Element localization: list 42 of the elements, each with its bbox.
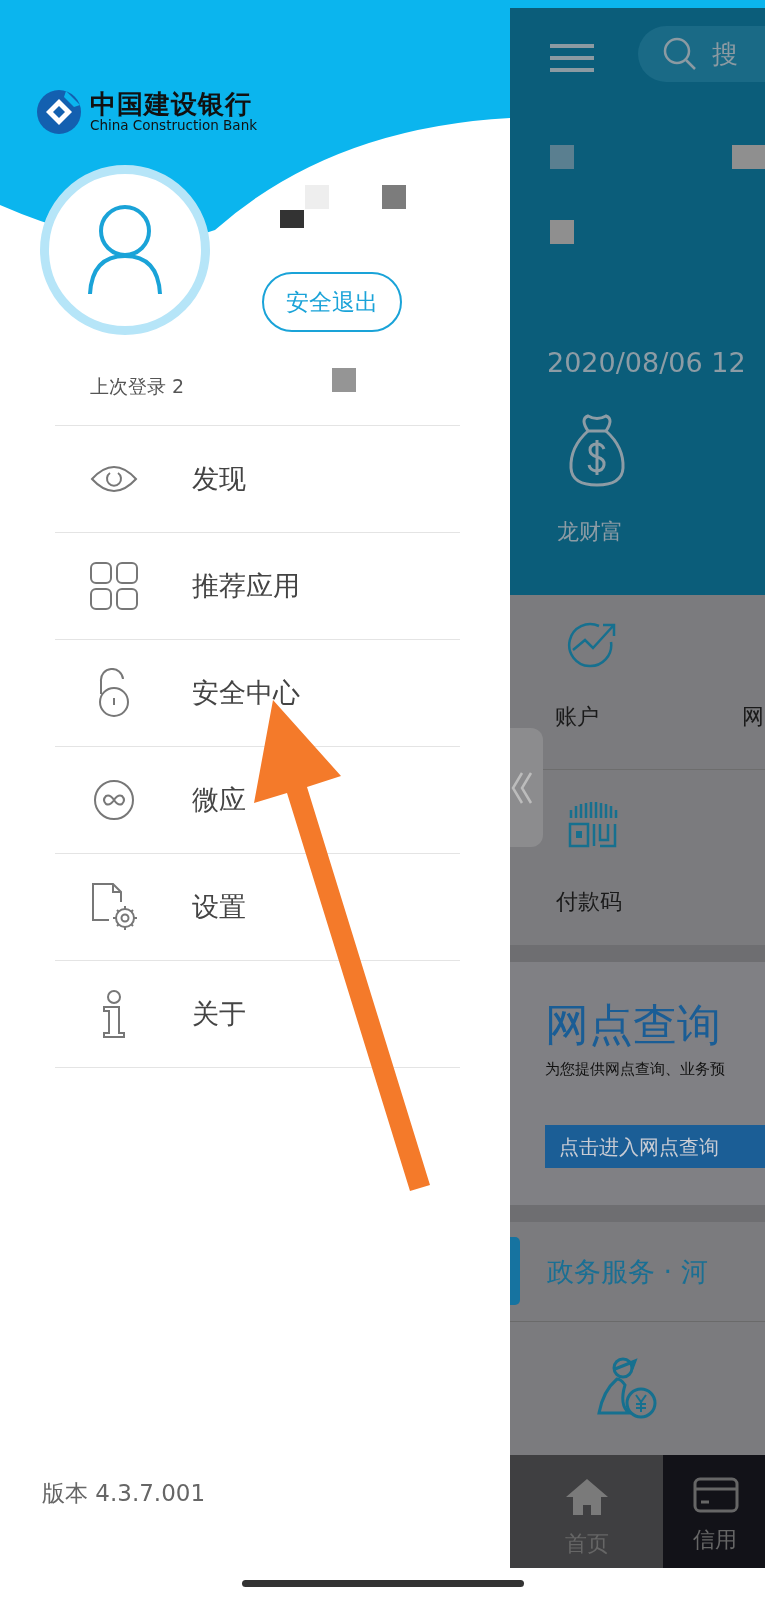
banner-title: 网点查询	[545, 998, 721, 1052]
search-icon	[662, 36, 698, 72]
mosaic-block	[382, 185, 406, 209]
menu-item[interactable]: 推荐应用	[55, 533, 460, 640]
mosaic-block	[280, 210, 304, 228]
mosaic-block	[732, 145, 765, 169]
person-icon	[87, 204, 163, 296]
menu-icon[interactable]	[550, 43, 594, 73]
branch-banner[interactable]: 网点查询 为您提供网点查询、业务预 点击进入网点查询	[510, 962, 765, 1205]
mosaic-block	[550, 220, 574, 244]
mosaic-block	[332, 368, 356, 392]
logo-icon	[36, 89, 82, 135]
shortcut-label[interactable]: 付款码	[556, 885, 622, 918]
shortcut-label[interactable]: 账户	[555, 700, 599, 733]
bank-name-english: China Construction Bank	[90, 116, 257, 134]
section-indicator	[510, 1237, 520, 1305]
section-title: 政务服务 · 河	[547, 1255, 708, 1289]
chevron-icon	[510, 770, 534, 805]
file-gear-icon	[89, 882, 139, 932]
logout-button[interactable]: 安全退出	[262, 272, 402, 332]
date-text: 2020/08/06 12	[547, 346, 746, 380]
mosaic-block	[305, 185, 329, 209]
eye-icon	[90, 463, 138, 495]
last-login-text: 上次登录 2	[90, 374, 185, 399]
menu-item[interactable]: 发现	[55, 426, 460, 533]
search-field[interactable]: 搜	[638, 26, 765, 82]
grid-icon	[89, 561, 139, 611]
money-bag-icon[interactable]	[568, 413, 626, 488]
payment-code-icon	[567, 800, 619, 850]
version-text: 版本 4.3.7.001	[42, 1478, 206, 1508]
drawer-handle[interactable]	[510, 728, 543, 847]
unlocked-padlock-icon	[97, 668, 131, 718]
tab[interactable]: 信用	[663, 1455, 765, 1568]
home-icon	[564, 1477, 609, 1517]
card-icon	[693, 1477, 739, 1513]
shortcut-label[interactable]: 网	[742, 700, 764, 733]
mosaic-block	[550, 145, 574, 169]
branch-query-button[interactable]: 点击进入网点查询	[545, 1125, 765, 1168]
link-icon	[93, 779, 135, 821]
bank-name: 中国建设银行	[90, 90, 253, 117]
wealth-label: 龙财富	[557, 518, 623, 546]
banner-subtitle: 为您提供网点查询、业务预	[545, 1060, 725, 1079]
